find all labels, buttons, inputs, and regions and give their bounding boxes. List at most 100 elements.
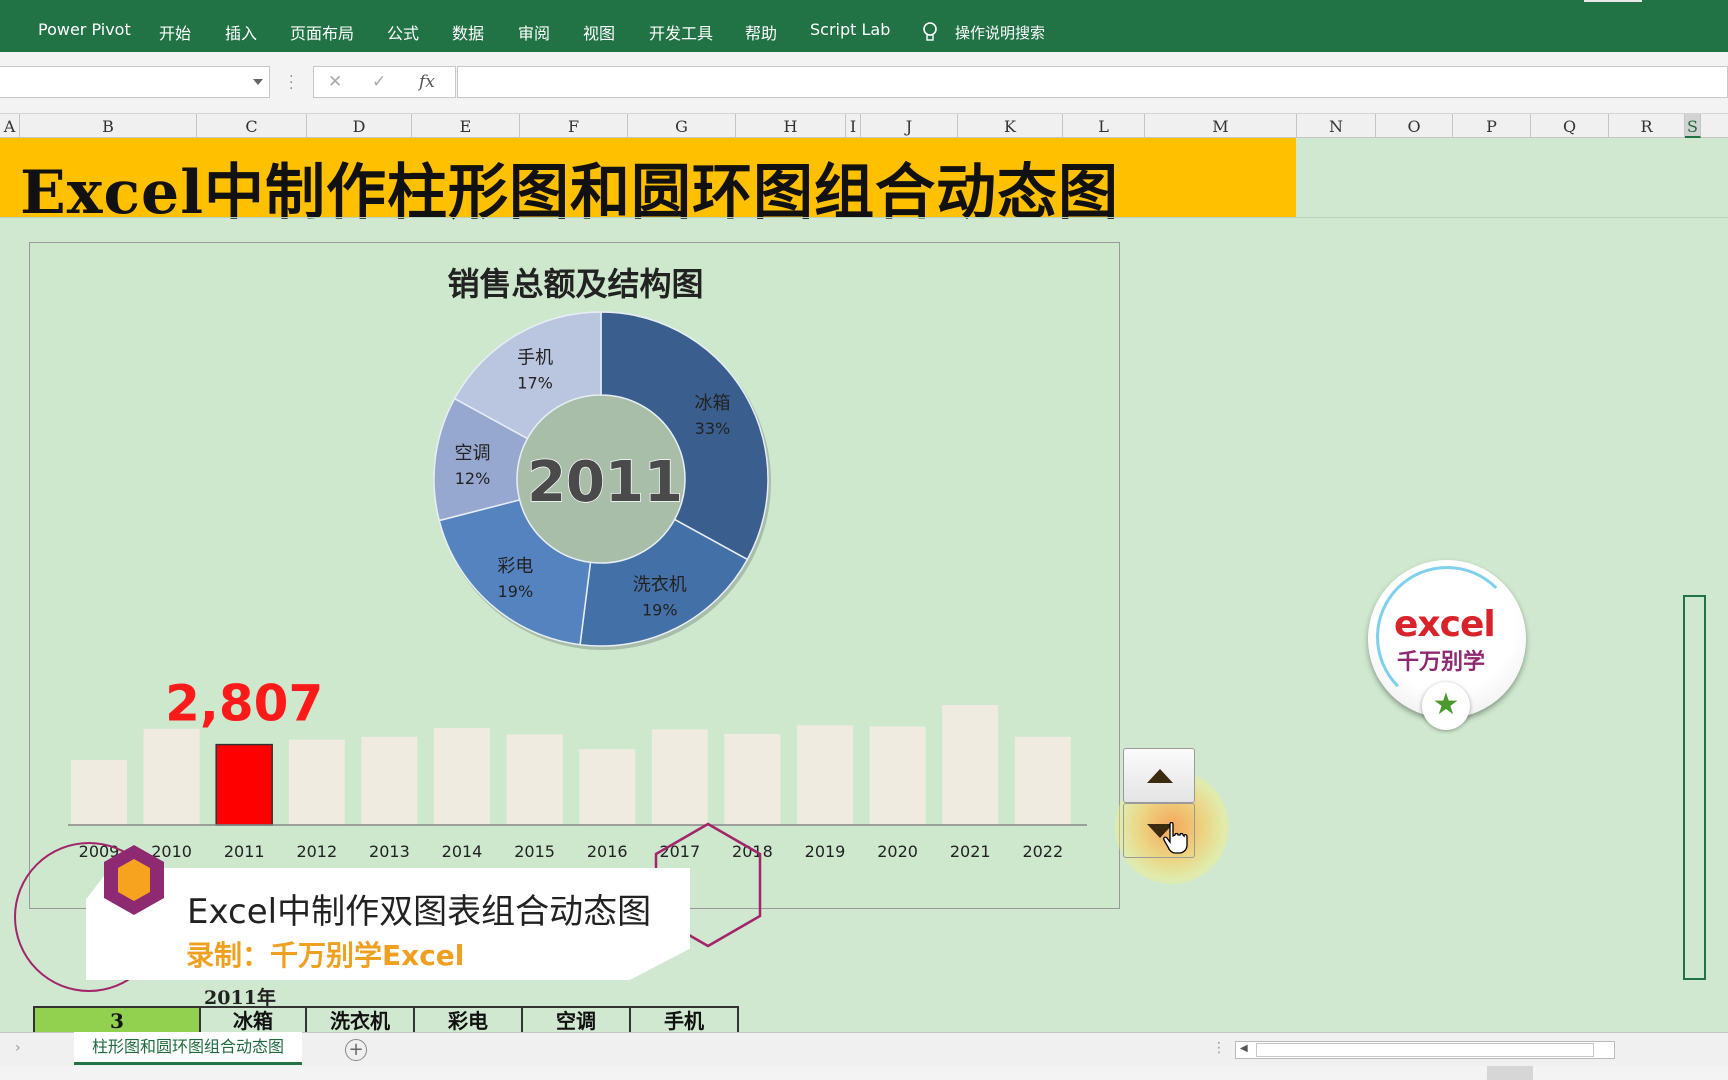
hand-cursor-icon xyxy=(1163,822,1188,854)
column-header-g[interactable]: G xyxy=(628,114,736,138)
column-header-l[interactable]: L xyxy=(1063,114,1145,138)
bar-2017[interactable] xyxy=(651,729,708,825)
x-tick-label: 2011 xyxy=(224,842,265,861)
more-options-icon[interactable]: · · · xyxy=(289,70,293,96)
bar-2013[interactable] xyxy=(361,736,418,825)
bar-2011[interactable] xyxy=(215,743,273,826)
slice-percent-label: 17% xyxy=(517,374,553,393)
bar-2022[interactable] xyxy=(1014,736,1071,825)
bar-2016[interactable] xyxy=(579,749,636,825)
page-layout-view-icon[interactable] xyxy=(1540,1066,1586,1080)
tab-formulas[interactable]: 公式 xyxy=(387,20,419,44)
row-gridline xyxy=(0,217,1728,218)
column-header-j[interactable]: J xyxy=(861,114,958,138)
lightbulb-icon[interactable] xyxy=(921,22,939,42)
sheet-tab-bar: › 柱形图和圆环图组合动态图 + ⋮ ◀ xyxy=(0,1032,1728,1066)
add-sheet-button[interactable]: + xyxy=(345,1039,367,1061)
title-banner[interactable]: Excel中制作柱形图和圆环图组合动态图 xyxy=(0,138,1296,228)
slice-percent-label: 19% xyxy=(642,600,678,619)
ribbon: Power Pivot 开始 插入 页面布局 公式 数据 审阅 视图 开发工具 … xyxy=(0,0,1728,52)
cancel-icon[interactable]: ✕ xyxy=(328,72,342,92)
insert-function-icon[interactable]: fx xyxy=(419,72,435,92)
highlight-value-label: 2,807 xyxy=(165,675,323,733)
tab-help[interactable]: 帮助 xyxy=(745,20,777,44)
tab-script-lab[interactable]: Script Lab xyxy=(810,20,890,39)
tab-insert[interactable]: 插入 xyxy=(225,20,257,44)
column-header-p[interactable]: P xyxy=(1453,114,1531,138)
column-header-i[interactable]: I xyxy=(846,114,861,138)
x-tick-label: 2016 xyxy=(587,842,628,861)
column-header-h[interactable]: H xyxy=(736,114,846,138)
bar-2010[interactable] xyxy=(143,728,200,825)
column-header-f[interactable]: F xyxy=(520,114,628,138)
title-bar-button[interactable] xyxy=(1584,0,1642,2)
column-header-r[interactable]: R xyxy=(1609,114,1685,138)
bar-2012[interactable] xyxy=(288,739,345,825)
bar-2015[interactable] xyxy=(506,734,563,825)
column-header-q[interactable]: Q xyxy=(1531,114,1609,138)
table-cell-category[interactable]: 洗衣机 xyxy=(305,1008,413,1034)
slice-name-label: 洗衣机 xyxy=(633,574,687,595)
data-table-header: 3 冰箱 洗衣机 彩电 空调 手机 xyxy=(33,1006,739,1034)
normal-view-icon[interactable] xyxy=(1487,1066,1533,1080)
column-header-o[interactable]: O xyxy=(1376,114,1453,138)
bar-2020[interactable] xyxy=(869,726,926,825)
x-tick-label: 2021 xyxy=(950,842,991,861)
bar-2014[interactable] xyxy=(434,727,490,825)
slice-name-label: 冰箱 xyxy=(694,393,730,414)
sheet-nav-arrow-icon[interactable]: › xyxy=(15,1040,21,1056)
chart-canvas: 冰箱33%洗衣机19%彩电19%空调12%手机17%20112009 2010 20… xyxy=(68,311,1087,861)
formula-buttons: ✕ ✓ fx xyxy=(313,66,456,98)
tab-developer[interactable]: 开发工具 xyxy=(649,20,713,44)
tab-page-layout[interactable]: 页面布局 xyxy=(290,20,354,44)
x-tick-label: 2012 xyxy=(296,842,337,861)
tab-view[interactable]: 视图 xyxy=(583,20,615,44)
caption-credit: 录制：千万别学Excel xyxy=(186,939,465,972)
logo-word-excel: excel xyxy=(1394,604,1496,645)
horizontal-scrollbar[interactable]: ◀ xyxy=(1235,1041,1615,1059)
slice-percent-label: 19% xyxy=(498,582,534,601)
table-cell-category[interactable]: 冰箱 xyxy=(199,1008,305,1034)
table-cell-category[interactable]: 彩电 xyxy=(413,1008,521,1034)
selection-range[interactable] xyxy=(1683,595,1706,980)
bar-2019[interactable] xyxy=(797,725,853,825)
column-header-a[interactable]: A xyxy=(0,114,20,138)
tab-data[interactable]: 数据 xyxy=(452,20,484,44)
table-cell-category[interactable]: 手机 xyxy=(629,1008,737,1034)
bar-2021[interactable] xyxy=(942,705,999,825)
column-header-b[interactable]: B xyxy=(20,114,197,138)
scrollbar-thumb[interactable] xyxy=(1256,1043,1594,1057)
formula-bar: · · · ✕ ✓ fx xyxy=(0,52,1728,114)
name-box[interactable] xyxy=(0,66,270,98)
bar-2009[interactable] xyxy=(71,759,127,825)
column-header-d[interactable]: D xyxy=(307,114,412,138)
tab-home[interactable]: 开始 xyxy=(159,20,191,44)
tab-review[interactable]: 审阅 xyxy=(518,20,550,44)
chevron-down-icon[interactable] xyxy=(253,79,263,85)
combo-chart[interactable]: 销售总额及结构图 冰箱 33% 洗衣机 19% 彩电 19% 空调 12% 手机 17% 2011 2… xyxy=(29,242,1120,909)
table-cell-index[interactable]: 3 xyxy=(33,1008,199,1034)
table-cell-category[interactable]: 空调 xyxy=(521,1008,629,1034)
spin-up-button[interactable] xyxy=(1123,748,1195,803)
scroll-split-icon[interactable]: ⋮ xyxy=(1212,1040,1226,1056)
column-header-n[interactable]: N xyxy=(1297,114,1376,138)
column-header-s[interactable]: S xyxy=(1685,114,1701,138)
column-header-m[interactable]: M xyxy=(1145,114,1297,138)
column-header-k[interactable]: K xyxy=(958,114,1063,138)
sheet-tab-active[interactable]: 柱形图和圆环图组合动态图 xyxy=(74,1032,302,1065)
x-tick-label: 2019 xyxy=(805,842,846,861)
video-caption: Excel中制作双图表组合动态图 录制：千万别学Excel xyxy=(86,868,690,980)
up-arrow-icon xyxy=(1147,769,1173,783)
x-tick-label: 2014 xyxy=(442,842,483,861)
enter-icon[interactable]: ✓ xyxy=(372,72,386,92)
scroll-left-icon[interactable]: ◀ xyxy=(1240,1043,1248,1054)
page-break-view-icon[interactable] xyxy=(1590,1066,1636,1080)
column-headers: ABCDEFGHIJKLMNOPQRS xyxy=(0,114,1728,138)
bar-2018[interactable] xyxy=(724,733,781,825)
tab-power-pivot[interactable]: Power Pivot xyxy=(38,20,131,39)
tell-me-search[interactable]: 操作说明搜索 xyxy=(955,22,1045,43)
column-header-e[interactable]: E xyxy=(412,114,520,138)
x-tick-label: 2022 xyxy=(1022,842,1063,861)
column-header-c[interactable]: C xyxy=(197,114,307,138)
formula-input[interactable] xyxy=(457,66,1728,98)
